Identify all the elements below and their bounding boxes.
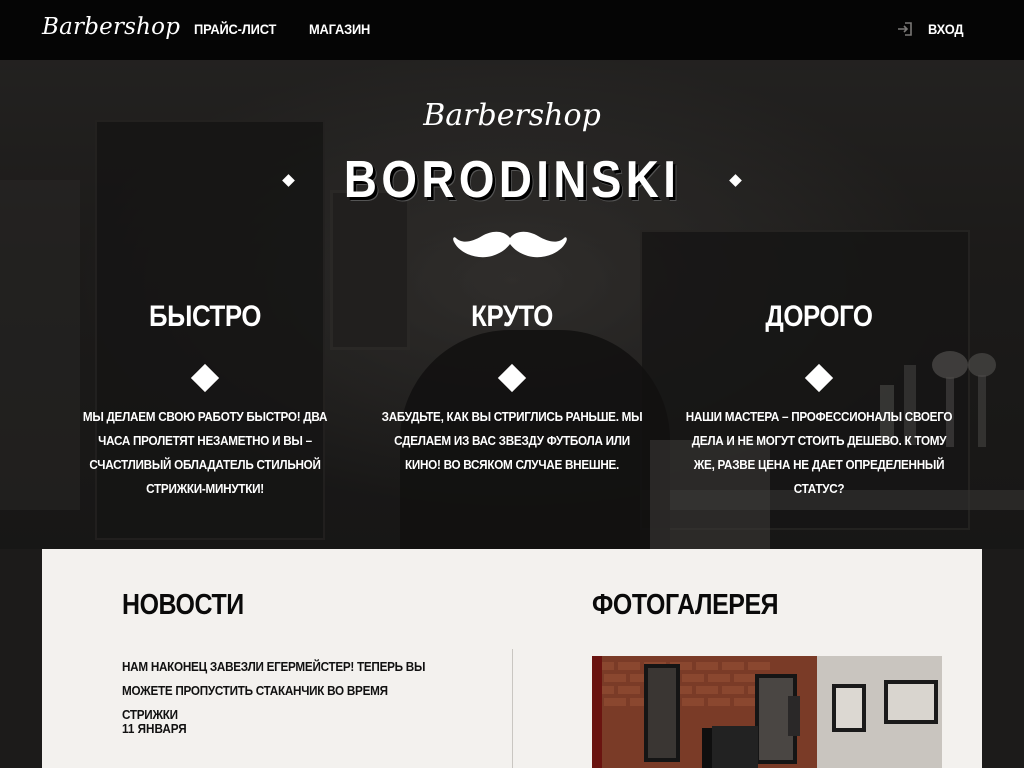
top-navigation-bar: Barbershop ПРАЙС-ЛИСТ МАГАЗИН ВХОД [0,0,1024,60]
hero-subtitle: Barbershop [423,98,601,133]
diamond-icon [190,363,220,393]
gallery-photo[interactable] [592,656,942,768]
feature-title: БЫСТРО [149,300,261,333]
feature-fast: БЫСТРО МЫ ДЕЛАЕМ СВОЮ РАБОТУ БЫСТРО! ДВА… [55,300,355,501]
feature-description: НАШИ МАСТЕРА – ПРОФЕССИОНАЛЫ СВОЕГО ДЕЛА… [685,409,953,496]
feature-cool: КРУТО ЗАБУДЬТЕ, КАК ВЫ СТРИГЛИСЬ РАНЬШЕ.… [362,300,662,477]
hero-title-row: BORODINSKI [0,150,1024,210]
news-item-date: 11 ЯНВАРЯ [122,721,187,736]
hero-title: BORODINSKI [343,151,681,209]
feature-description: МЫ ДЕЛАЕМ СВОЮ РАБОТУ БЫСТРО! ДВА ЧАСА П… [82,409,328,496]
diamond-icon [804,363,834,393]
gallery-section-title: ФОТОГАЛЕРЕЯ [592,589,779,621]
diamond-icon [497,363,527,393]
login-button[interactable]: ВХОД [897,21,966,37]
diamond-icon [282,173,295,187]
news-section-title: НОВОСТИ [122,589,244,621]
mustache-icon [453,231,567,258]
header-logo[interactable]: Barbershop [42,14,180,40]
content-panel: НОВОСТИ НАМ НАКОНЕЦ ЗАВЕЗЛИ ЕГЕРМЕЙСТЕР!… [42,549,982,768]
diamond-icon [729,173,742,187]
feature-description: ЗАБУДЬТЕ, КАК ВЫ СТРИГЛИСЬ РАНЬШЕ. МЫ СД… [381,409,643,472]
feature-title: КРУТО [471,300,553,333]
nav-link-price-list[interactable]: ПРАЙС-ЛИСТ [194,21,276,37]
news-item-text[interactable]: НАМ НАКОНЕЦ ЗАВЕЗЛИ ЕГЕРМЕЙСТЕР! ТЕПЕРЬ … [122,655,446,727]
section-divider [512,649,513,768]
feature-title: ДОРОГО [765,300,873,333]
nav-link-shop[interactable]: МАГАЗИН [309,21,370,37]
login-label: ВХОД [928,21,964,37]
hero-banner: Barbershop BORODINSKI БЫСТРО МЫ ДЕЛАЕМ С… [0,60,1024,549]
login-icon [898,22,912,36]
feature-expensive: ДОРОГО НАШИ МАСТЕРА – ПРОФЕССИОНАЛЫ СВОЕ… [669,300,969,501]
